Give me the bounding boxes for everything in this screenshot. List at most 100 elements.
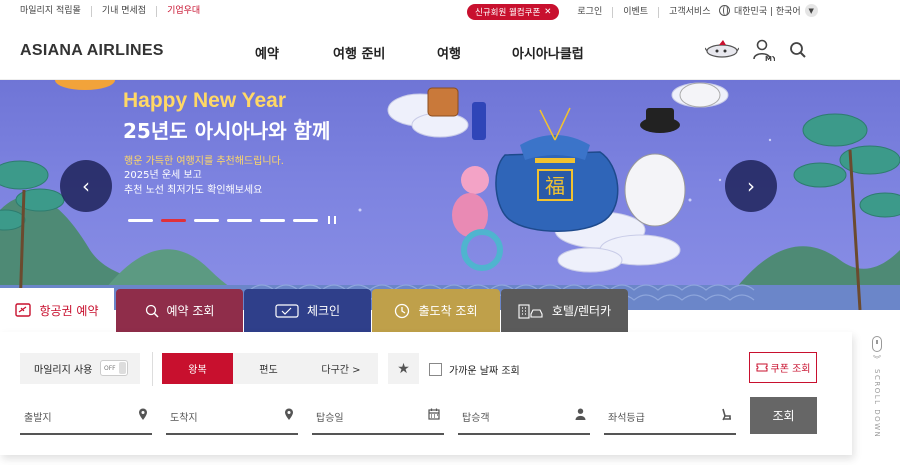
welcome-coupon-label: 신규회원 웰컴쿠폰 (475, 8, 541, 18)
customer-service-link[interactable]: 고객서비스 (659, 7, 720, 18)
utility-bar: 마일리지 적립몰 기내 면세점 기업우대 신규회원 웰컴쿠폰 ✕ 로그인 이벤트… (0, 0, 900, 24)
login-link[interactable]: 로그인 (567, 6, 614, 18)
carousel-dot[interactable] (128, 218, 153, 222)
coupon-lookup-label: 쿠폰 조회 (770, 364, 811, 375)
main-header: ASIANA AIRLINES 예약 여행 준비 여행 아시아나클럽 MY (0, 24, 900, 80)
event-link[interactable]: 이벤트 (613, 6, 660, 18)
cabin-class-placeholder: 좌석등급 (608, 413, 645, 424)
tab-arrival-departure[interactable]: 출도착 조회 (372, 289, 500, 332)
language-label: 대한민국 | 한국어 (734, 7, 801, 17)
location-pin-icon (285, 408, 293, 420)
nav-travel-prep[interactable]: 여행 준비 (333, 43, 437, 62)
logo[interactable]: ASIANA AIRLINES (20, 42, 164, 60)
language-selector[interactable]: 대한민국 | 한국어 ▼ (719, 4, 818, 17)
booking-panel: 마일리지 사용 OFF 왕복 편도 다구간 > ★ 가까운 날짜 조회 쿠폰 조… (0, 332, 852, 455)
passenger-field[interactable]: 탑승객 (458, 400, 590, 435)
cabin-class-field[interactable]: 좌석등급 (604, 400, 736, 435)
tab-flight-booking[interactable]: 항공권 예약 (0, 288, 114, 332)
double-chevron-down-icon: ︾ (873, 355, 881, 364)
clock-icon (395, 303, 410, 318)
pause-icon[interactable] (328, 216, 336, 224)
nearby-dates-label: 가까운 날짜 조회 (449, 366, 520, 377)
carousel-dot[interactable] (260, 218, 285, 222)
scroll-down-label: SCROLL DOWN (873, 369, 881, 439)
trip-oneway[interactable]: 편도 (233, 353, 304, 384)
divider (152, 352, 153, 386)
tab-hotel-rentcar[interactable]: 호텔/렌터카 (501, 289, 628, 332)
nearby-dates-checkbox[interactable] (429, 363, 442, 376)
trip-multicity[interactable]: 다구간 > (304, 353, 378, 384)
passenger-placeholder: 탑승객 (462, 413, 490, 424)
chevron-right-icon: › (747, 174, 755, 198)
utility-left-links: 마일리지 적립몰 기내 면세점 기업우대 (20, 6, 210, 17)
chevron-down-icon[interactable]: ▼ (804, 4, 818, 17)
search-icon[interactable] (789, 41, 807, 59)
hero-title-en: Happy New Year (123, 89, 287, 112)
carousel-dot[interactable] (194, 218, 219, 222)
coupon-icon (756, 363, 767, 372)
coupon-lookup-button[interactable]: 쿠폰 조회 (749, 352, 817, 383)
departure-placeholder: 출발지 (24, 413, 52, 424)
carousel-indicators (128, 216, 336, 224)
mileage-label: 마일리지 사용 (34, 365, 93, 376)
tab-label: 출도착 조회 (418, 304, 478, 318)
search-icon (145, 304, 159, 318)
mileage-toggle-box: 마일리지 사용 OFF (20, 353, 140, 384)
corporate-link[interactable]: 기업우대 (157, 6, 210, 17)
mouse-icon (872, 336, 882, 352)
close-icon[interactable]: ✕ (544, 7, 551, 17)
nearby-dates-option[interactable]: 가까운 날짜 조회 (429, 362, 520, 377)
mileage-toggle[interactable]: OFF (100, 360, 128, 376)
ticket-plane-icon (15, 303, 32, 317)
person-icon (575, 408, 586, 420)
booking-tabs: 항공권 예약 예약 조회 체크인 출도착 조회 호텔/렌터카 (0, 288, 900, 332)
carousel-dot[interactable] (293, 218, 318, 222)
carousel-dot-active[interactable] (161, 218, 186, 222)
nav-travel[interactable]: 여행 (437, 43, 512, 62)
carousel-prev-button[interactable]: ‹ (60, 160, 112, 212)
header-icons: MY (705, 38, 807, 62)
toggle-state: OFF (104, 364, 116, 372)
hero-subtitle-3: 추천 노선 최저가도 확인해보세요 (124, 185, 263, 196)
tab-label: 항공권 예약 (39, 303, 99, 318)
hero-banner: 福 Happy New Year 25년도 아시아나와 함께 행운 가득한 여행… (0, 80, 900, 310)
utility-right-links: 신규회원 웰컴쿠폰 ✕ 로그인 이벤트 고객서비스 (467, 4, 720, 20)
carousel-next-button[interactable]: › (725, 160, 777, 212)
tab-reservation-lookup[interactable]: 예약 조회 (116, 289, 243, 332)
airplane-character-icon[interactable] (705, 38, 739, 62)
search-flights-button[interactable]: 조회 (750, 397, 817, 434)
calendar-icon (428, 408, 440, 420)
date-placeholder: 탑승일 (316, 413, 344, 424)
arrival-field[interactable]: 도착지 (166, 400, 298, 435)
carousel-dot[interactable] (227, 218, 252, 222)
my-label: MY (765, 55, 775, 62)
hero-subtitle-1: 행운 가득한 여행지를 추천해드립니다. (124, 156, 284, 167)
departure-field[interactable]: 출발지 (20, 400, 152, 435)
location-pin-icon (139, 408, 147, 420)
arrival-placeholder: 도착지 (170, 413, 198, 424)
tab-label: 체크인 (306, 304, 341, 318)
boarding-pass-icon (275, 303, 299, 318)
star-icon: ★ (397, 360, 410, 377)
nav-reservation[interactable]: 예약 (255, 43, 333, 62)
mileage-mall-link[interactable]: 마일리지 적립몰 (20, 6, 92, 17)
tab-label: 호텔/렌터카 (551, 304, 612, 318)
hero-subtitle-2: 2025년 운세 보고 (124, 170, 202, 181)
seat-icon (722, 408, 731, 421)
favorite-button[interactable]: ★ (388, 353, 419, 384)
globe-icon (719, 5, 730, 16)
scroll-down-indicator[interactable]: ︾ SCROLL DOWN (864, 336, 890, 446)
trip-roundtrip[interactable]: 왕복 (162, 353, 233, 384)
welcome-coupon-badge[interactable]: 신규회원 웰컴쿠폰 ✕ (467, 4, 560, 20)
date-field[interactable]: 탑승일 (312, 400, 444, 435)
tab-label: 예약 조회 (166, 304, 215, 318)
hero-title-ko: 25년도 아시아나와 함께 (123, 119, 331, 143)
chevron-left-icon: ‹ (82, 174, 90, 198)
main-nav: 예약 여행 준비 여행 아시아나클럽 (255, 43, 584, 62)
hotel-car-icon (518, 303, 543, 319)
nav-asiana-club[interactable]: 아시아나클럽 (512, 43, 584, 62)
bag-character-text: 福 (545, 174, 565, 198)
my-page-icon[interactable]: MY (753, 38, 775, 62)
tab-checkin[interactable]: 체크인 (244, 289, 371, 332)
duty-free-link[interactable]: 기내 면세점 (92, 6, 158, 17)
